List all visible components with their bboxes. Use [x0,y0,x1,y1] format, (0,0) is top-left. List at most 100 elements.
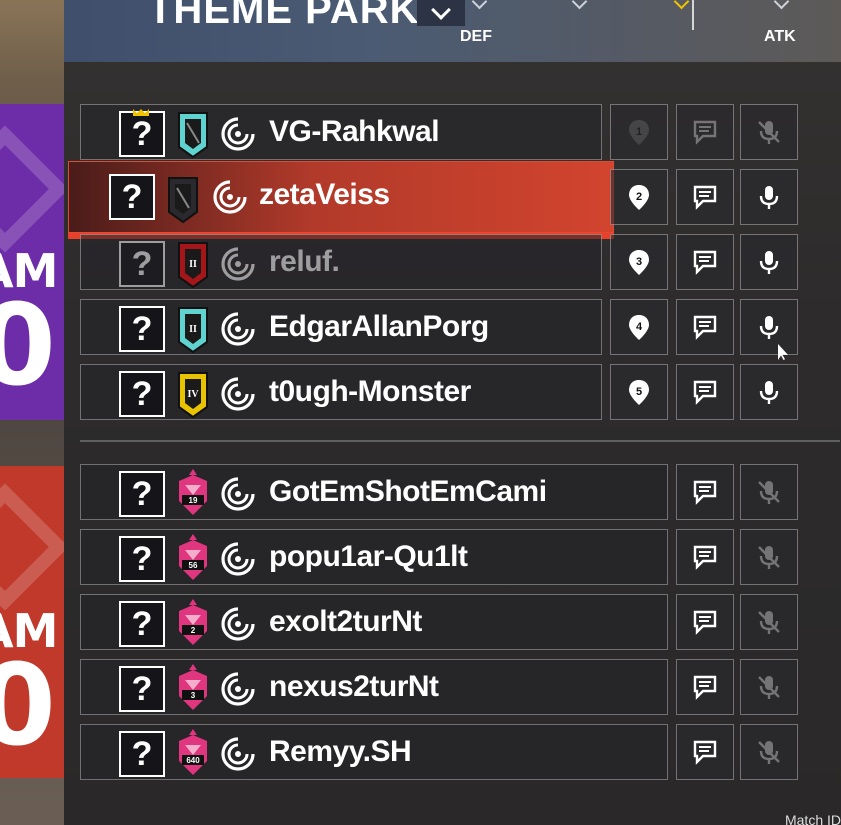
player-name-box[interactable]: ? 56 popu1ar-Qu1lt [80,529,668,585]
uplay-icon [221,607,255,641]
chat-button[interactable] [676,529,734,585]
voice-button[interactable] [740,299,798,355]
chat-button[interactable] [676,169,734,225]
rank-badge-icon: 640 [179,729,207,775]
scoreboard: ? VG-Rahkwal 1? zetaVeiss 2? II reluf. 3? II Edga… [64,62,841,825]
voice-button[interactable] [740,464,798,520]
rank-badge-icon: 2 [179,599,207,645]
question-mark-icon: ? [119,371,165,417]
chat-icon [693,250,717,275]
microphone-muted-icon [758,121,780,144]
player-name-box[interactable]: ? II EdgarAllanPorg [80,299,602,355]
team-score: 0 [0,281,56,411]
defense-team-panel: AM 0 [0,104,64,420]
def-label: DEF [460,28,492,45]
attack-team-panel: AM 0 [0,466,64,778]
map-dropdown-button[interactable] [417,0,465,26]
player-name: GotEmShotEmCami [269,475,547,508]
team-score: 0 [0,641,56,771]
player-name-box[interactable]: ? IV t0ugh-Monster [80,364,602,420]
player-name: Remyy.SH [269,735,412,768]
question-mark-icon: ? [119,471,165,517]
ping-button[interactable]: 1 [610,104,668,160]
uplay-icon [221,542,255,576]
team-chevron-decoration [0,125,64,253]
ping-button[interactable]: 4 [610,299,668,355]
chat-button[interactable] [676,234,734,290]
team-separator [80,440,840,442]
chat-button[interactable] [676,724,734,780]
map-title: THEME PARK [148,0,420,32]
chat-button[interactable] [676,594,734,650]
team-chevron-decoration [0,483,64,611]
player-name: VG-Rahkwal [269,115,440,148]
rank-badge-icon: IV [178,372,208,419]
rank-number: 19 [189,496,198,505]
voice-button[interactable] [740,234,798,290]
rank-badge-icon: II [178,242,208,289]
microphone-muted-icon [758,481,780,504]
question-mark-icon: ? [119,306,165,352]
rank-badge-icon: 56 [179,534,207,580]
rank-badge-icon [168,177,198,224]
voice-button[interactable] [740,169,798,225]
ping-button[interactable]: 5 [610,364,668,420]
rank-numeral: II [189,324,197,335]
chat-button[interactable] [676,464,734,520]
chat-button[interactable] [676,364,734,420]
player-name-box[interactable]: ? 2 exolt2turNt [80,594,668,650]
voice-button[interactable] [740,594,798,650]
header-divider [692,0,694,30]
player-name-box[interactable]: ? II reluf. [80,234,602,290]
rank-number: 2 [191,626,196,635]
question-mark-icon: ? [119,536,165,582]
uplay-icon [221,312,255,346]
player-name: EdgarAllanPorg [269,310,489,343]
player-name-box[interactable]: ? 19 GotEmShotEmCami [80,464,668,520]
match-id-label: Match ID [784,812,841,825]
microphone-icon [759,381,779,404]
player-name-box[interactable]: ? 3 nexus2turNt [80,659,668,715]
chat-button[interactable] [676,104,734,160]
player-name: exolt2turNt [269,605,422,638]
ping-button[interactable]: 3 [610,234,668,290]
current-round-marker-icon [673,0,689,14]
microphone-icon [759,186,779,209]
chat-icon [693,185,717,210]
pin-number: 4 [636,321,643,333]
rank-badge-icon: 3 [179,664,207,710]
player-name-box[interactable]: ? 640 Remyy.SH [80,724,668,780]
chat-button[interactable] [676,299,734,355]
chat-icon [693,675,717,700]
chat-icon [693,480,717,505]
pin-number: 2 [636,191,642,203]
uplay-icon [221,377,255,411]
microphone-muted-icon [758,611,780,634]
question-mark-icon: ? [109,174,155,220]
rank-number: 3 [191,691,196,700]
chat-icon [693,610,717,635]
player-name-box[interactable]: ? zetaVeiss [68,161,614,233]
chat-icon [693,380,717,405]
microphone-icon [759,316,779,339]
microphone-muted-icon [758,676,780,699]
location-pin-icon: 2 [629,185,649,210]
voice-button[interactable] [740,364,798,420]
map-header: THEME PARK DEF ATK [64,0,841,62]
atk-side-marker-icon [773,0,789,14]
voice-button[interactable] [740,104,798,160]
voice-button[interactable] [740,659,798,715]
voice-button[interactable] [740,724,798,780]
player-name-box[interactable]: ? VG-Rahkwal [80,104,602,160]
player-name: popu1ar-Qu1lt [269,540,468,573]
rank-badge-icon [178,112,208,159]
side-marker-icon [571,0,587,14]
voice-button[interactable] [740,529,798,585]
uplay-icon [221,247,255,281]
ping-button[interactable]: 2 [610,169,668,225]
microphone-icon [759,251,779,274]
player-name: reluf. [269,245,340,278]
chat-icon [693,545,717,570]
location-pin-icon: 4 [629,315,649,340]
chat-button[interactable] [676,659,734,715]
